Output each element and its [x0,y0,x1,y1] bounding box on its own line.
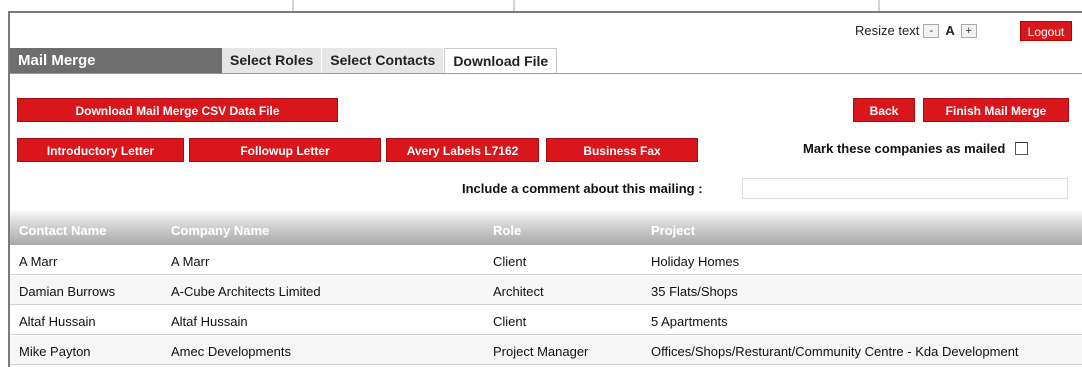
contact-name-cell: A Marr [19,254,58,269]
table-row[interactable]: Altaf Hussain Altaf Hussain Client 5 Apa… [10,306,1082,335]
project-cell: 35 Flats/Shops [651,284,738,299]
mark-mailed-checkbox[interactable] [1015,142,1029,155]
contact-name-cell: Damian Burrows [19,284,116,299]
column-header-role[interactable]: Role [493,223,521,238]
table-row[interactable]: A Marr A Marr Client Holiday Homes [10,246,1082,275]
resize-text-label: Resize text [855,23,920,38]
increase-text-button[interactable]: + [960,23,977,38]
project-cell: 5 Apartments [651,314,728,329]
company-name-cell: A-Cube Architects Limited [171,284,321,299]
tab-download-file[interactable]: Download File [444,48,558,73]
tab-select-roles[interactable]: Select Roles [222,48,323,73]
business-fax-button[interactable]: Business Fax [546,138,698,162]
company-name-cell: Altaf Hussain [171,314,248,329]
followup-letter-button[interactable]: Followup Letter [189,138,381,162]
back-button[interactable]: Back [853,98,915,122]
role-cell: Project Manager [493,344,589,359]
tab-underline [10,73,1082,74]
column-header-contact-name[interactable]: Contact Name [19,223,106,238]
role-cell: Client [493,254,527,269]
comment-input[interactable] [742,178,1068,199]
logout-button[interactable]: Logout [1020,21,1072,41]
contact-name-cell: Mike Payton [19,344,91,359]
tab-select-contacts[interactable]: Select Contacts [322,48,445,73]
download-csv-button[interactable]: Download Mail Merge CSV Data File [17,98,338,122]
tab-strip: Select Roles Select Contacts Download Fi… [222,48,558,73]
mark-mailed-label: Mark these companies as mailed [803,141,1006,156]
finish-mail-merge-button[interactable]: Finish Mail Merge [923,98,1069,122]
text-size-indicator: A [945,23,955,38]
resize-text-control: Resize text - A + [855,23,977,38]
project-cell: Holiday Homes [651,254,740,269]
comment-label: Include a comment about this mailing : [462,181,703,196]
role-cell: Architect [493,284,544,299]
mark-mailed-row: Mark these companies as mailed [803,141,1029,156]
column-header-project[interactable]: Project [651,223,695,238]
company-name-cell: Amec Developments [171,344,291,359]
page-title: Mail Merge [10,48,222,73]
column-header-company-name[interactable]: Company Name [171,223,269,238]
table-row[interactable]: Damian Burrows A-Cube Architects Limited… [10,276,1082,305]
contact-name-cell: Altaf Hussain [19,314,96,329]
project-cell: Offices/Shops/Resturant/Community Centre… [651,344,1019,359]
company-name-cell: A Marr [171,254,210,269]
introductory-letter-button[interactable]: Introductory Letter [17,138,184,162]
role-cell: Client [493,314,527,329]
table-row[interactable]: Mike Payton Amec Developments Project Ma… [10,336,1082,365]
table-header: Contact Name Company Name Role Project [10,211,1082,245]
decrease-text-button[interactable]: - [923,23,940,38]
avery-labels-button[interactable]: Avery Labels L7162 [386,138,539,162]
